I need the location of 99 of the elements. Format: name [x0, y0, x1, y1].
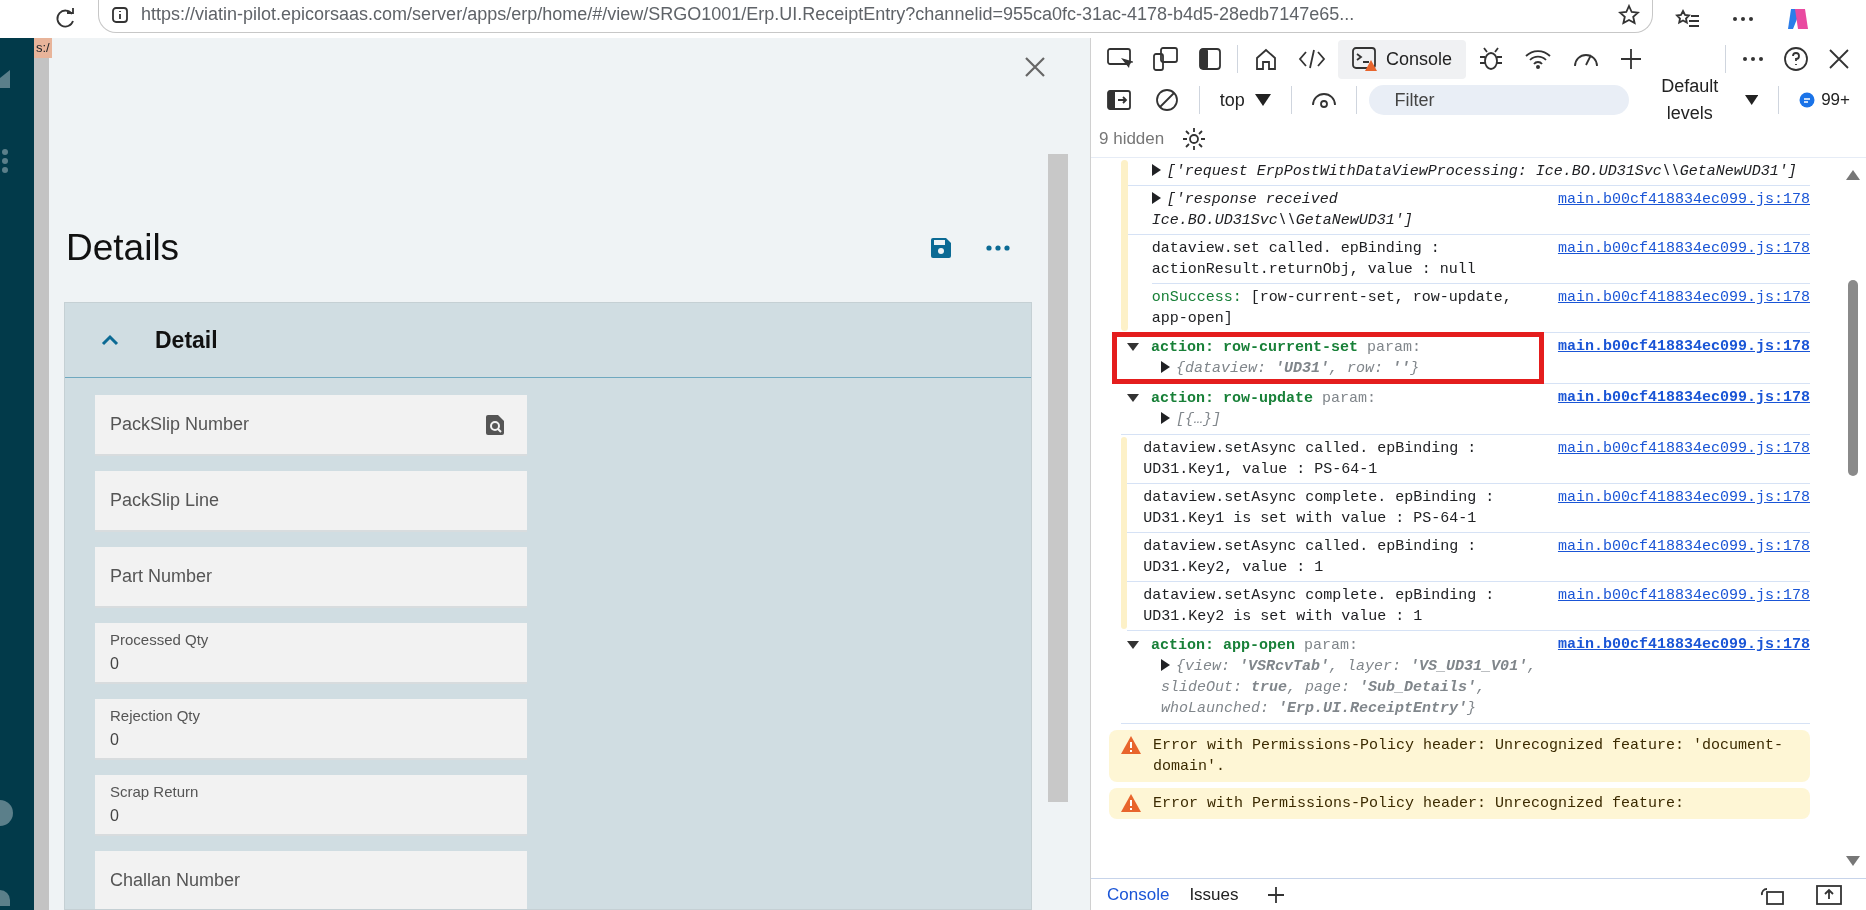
param-object: [{…}]	[1161, 409, 1539, 430]
console-tab[interactable]: Console	[1338, 39, 1467, 79]
section-title: Detail	[155, 325, 218, 355]
drawer-icon	[1816, 884, 1842, 905]
log-message: dataview.setAsync complete. epBinding : UD31.Key2 is set with value : 1	[1143, 586, 1496, 627]
field-label: Challan Number	[110, 869, 242, 892]
field-label: Processed Qty	[110, 630, 209, 651]
collapse-triangle-icon[interactable]	[1127, 343, 1139, 351]
star-icon	[1618, 3, 1640, 26]
drawer-tab[interactable]: Issues	[1189, 881, 1239, 908]
favorites-icon	[1675, 8, 1701, 30]
sidebar-icon	[1199, 48, 1221, 70]
field-value: 0	[110, 653, 120, 674]
group-label: action: row-current-set param:	[1151, 339, 1422, 356]
warning-icon	[1121, 794, 1141, 812]
scroll-up-icon[interactable]	[1846, 170, 1860, 180]
close-icon	[1828, 48, 1850, 70]
param-object: {view: 'VSRcvTab', layer: 'VS_UD31_V01', slideOut: true, page: 'Sub_Details', whoLaunched: 'Erp.UI.ReceiptEntry'}	[1161, 657, 1538, 719]
wifi-icon	[1524, 48, 1553, 70]
source-link[interactable]: main.b00cf418834ec099.js:178	[1557, 189, 1810, 210]
scrollbar-thumb[interactable]	[1848, 280, 1858, 476]
source-link[interactable]: main.b00cf418834ec099.js:178	[1557, 336, 1810, 357]
expand-triangle-icon[interactable]	[1151, 164, 1161, 176]
source-link[interactable]: main.b00cf418834ec099.js:178	[1557, 438, 1810, 459]
field-label: Scrap Return	[110, 782, 199, 803]
expand-triangle-icon[interactable]	[1151, 192, 1161, 204]
warning-message: Error with Permissions-Policy header: Unrecognized feature:	[1109, 788, 1810, 819]
settings-icon	[1182, 126, 1207, 151]
warning-message: Error with Permissions-Policy header: Unrecognized feature: 'document-domain'.	[1109, 730, 1810, 782]
input-field[interactable]: Challan Number	[95, 851, 527, 909]
input-field[interactable]: Rejection Qty 0	[95, 699, 527, 760]
source-link[interactable]: main.b00cf418834ec099.js:178	[1557, 585, 1810, 606]
url-tooltip: s:/	[34, 38, 52, 58]
log-message: onSuccess: [row-current-set, row-update, app-open]	[1151, 288, 1513, 329]
input-field[interactable]: PackSlip Number	[95, 395, 527, 456]
caret-icon	[1744, 94, 1759, 106]
log-message: dataview.setAsync called. epBinding : UD31.Key2, value : 1	[1143, 537, 1478, 578]
input-field[interactable]: Processed Qty 0	[95, 623, 527, 684]
expand-triangle-icon[interactable]	[1161, 361, 1170, 373]
panel-title: Details	[66, 225, 181, 270]
assistant-icon	[1785, 6, 1811, 32]
input-field[interactable]: PackSlip Line	[95, 471, 527, 532]
source-link[interactable]: main.b00cf418834ec099.js:178	[1557, 634, 1810, 655]
caret-icon	[1254, 94, 1271, 106]
drawer-tab[interactable]: Console	[1107, 881, 1170, 908]
log-message: ['request ErpPostWithDataViewProcessing: Ice.BO.UD31Svc\\GetaNewUD31']	[1151, 161, 1810, 182]
scrollbar[interactable]	[1048, 154, 1068, 802]
clear-icon	[1155, 88, 1179, 112]
field-value: 0	[110, 805, 120, 826]
more-icon	[1731, 15, 1755, 23]
field-label: PackSlip Number	[110, 413, 251, 436]
input-field[interactable]: Scrap Return 0	[95, 775, 527, 836]
warning-icon	[1121, 736, 1141, 754]
device-icon	[1153, 47, 1179, 71]
scroll-down-icon[interactable]	[1846, 856, 1860, 866]
field-label: Part Number	[110, 565, 214, 588]
input-field[interactable]: Part Number	[95, 547, 527, 608]
group-label: action: app-open param:	[1151, 637, 1359, 654]
close-icon	[1024, 55, 1046, 78]
elements-icon	[1298, 48, 1326, 70]
log-message: dataview.setAsync called. epBinding : UD31.Key1, value : PS-64-1	[1143, 439, 1478, 480]
expand-triangle-icon[interactable]	[1161, 412, 1170, 424]
field-label: PackSlip Line	[110, 489, 221, 512]
log-message: dataview.setAsync complete. epBinding : UD31.Key1 is set with value : PS-64-1	[1143, 488, 1496, 529]
collapse-triangle-icon[interactable]	[1127, 641, 1139, 649]
field-value: 0	[110, 729, 120, 750]
param-object: {dataview: 'UD31', row: ''}	[1161, 358, 1539, 379]
chevron-icon	[101, 334, 119, 346]
add-icon	[1266, 885, 1285, 904]
levels-dropdown[interactable]: Default levels	[1636, 71, 1767, 129]
source-link[interactable]: main.b00cf418834ec099.js:178	[1557, 287, 1810, 308]
save-icon	[930, 237, 952, 259]
field-label: Rejection Qty	[110, 706, 201, 727]
bug-icon	[1478, 46, 1505, 72]
log-message: ['response received Ice.BO.UD31Svc\\GetaNewUD31']	[1151, 190, 1414, 231]
add-icon	[1620, 48, 1643, 70]
eye-icon	[1311, 92, 1336, 108]
address-bar[interactable]: https://viatin-pilot.epicorsaas.com/server/apps/erp/home/#/view/SRGO1001/Erp.UI.ReceiptEntry?channelid=955ca0fc-31ac-4178-b4d5-28edb7147e65...	[98, 0, 1653, 33]
source-link[interactable]: main.b00cf418834ec099.js:178	[1557, 536, 1810, 557]
group-label: action: row-update param:	[1151, 390, 1377, 407]
url-text: https://viatin-pilot.epicorsaas.com/server/apps/erp/home/#/view/SRGO1001/Erp.UI.ReceiptEntry?channelid=955ca0fc-31ac-4178-b4d5-28edb7147e65...	[141, 3, 1356, 26]
source-link[interactable]: main.b00cf418834ec099.js:178	[1557, 238, 1810, 259]
hidden-count: 9 hidden	[1099, 127, 1165, 150]
collapse-triangle-icon[interactable]	[1127, 394, 1139, 402]
more-icon	[986, 245, 1010, 251]
more-icon	[1742, 56, 1764, 62]
messages-button[interactable]: 99+	[1791, 83, 1858, 117]
source-link[interactable]: main.b00cf418834ec099.js:178	[1557, 487, 1810, 508]
context-dropdown[interactable]: top	[1211, 84, 1279, 116]
reload-icon	[54, 8, 76, 30]
document-search-icon	[486, 414, 504, 435]
grip-icon	[0, 148, 10, 174]
source-link[interactable]: main.b00cf418834ec099.js:178	[1557, 387, 1810, 408]
log-message: dataview.set called. epBinding : actionResult.returnObj, value : null	[1151, 239, 1477, 280]
message-icon	[1799, 92, 1816, 108]
dock-icon	[1107, 90, 1131, 110]
inspect-icon	[1107, 48, 1133, 70]
expand-triangle-icon[interactable]	[1161, 659, 1170, 671]
page-info-icon	[111, 5, 129, 24]
